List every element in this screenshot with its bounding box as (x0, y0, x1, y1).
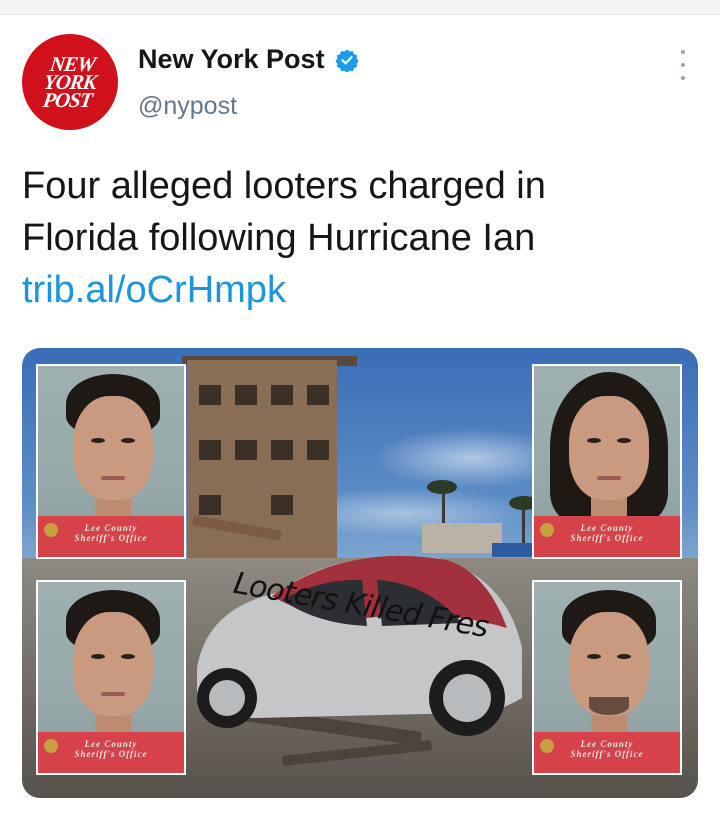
tweet-media-image[interactable]: Looters Killed Fres Lee County Sheriff's… (22, 348, 698, 798)
author-row: New York Post (138, 44, 359, 75)
mugshot-3: Lee County Sheriff's Office (36, 580, 186, 775)
more-vertical-icon[interactable] (676, 50, 690, 80)
handle[interactable]: @nypost (138, 92, 237, 121)
mugshot-2: Lee County Sheriff's Office (532, 364, 682, 559)
mugshot-caption: Lee County Sheriff's Office (74, 739, 148, 759)
mugshot-4: Lee County Sheriff's Office (532, 580, 682, 775)
tweet-text-line: Florida following Hurricane Ian (22, 217, 536, 259)
logo-text: NEW YORK POST (41, 52, 98, 112)
verified-badge-icon (334, 49, 359, 72)
top-divider (0, 0, 720, 15)
tweet-link[interactable]: trib.al/oCrHmpk (22, 264, 702, 316)
mugshot-caption: Lee County Sheriff's Office (74, 523, 148, 543)
mugshot-caption: Lee County Sheriff's Office (570, 523, 644, 543)
display-name[interactable]: New York Post (138, 44, 325, 75)
mugshot-caption: Lee County Sheriff's Office (570, 739, 644, 759)
tweet-text: Four alleged looters charged in Florida … (22, 160, 702, 316)
avatar[interactable]: NEW YORK POST (22, 34, 118, 130)
tweet-text-line: Four alleged looters charged in (22, 165, 546, 207)
mugshot-1: Lee County Sheriff's Office (36, 364, 186, 559)
